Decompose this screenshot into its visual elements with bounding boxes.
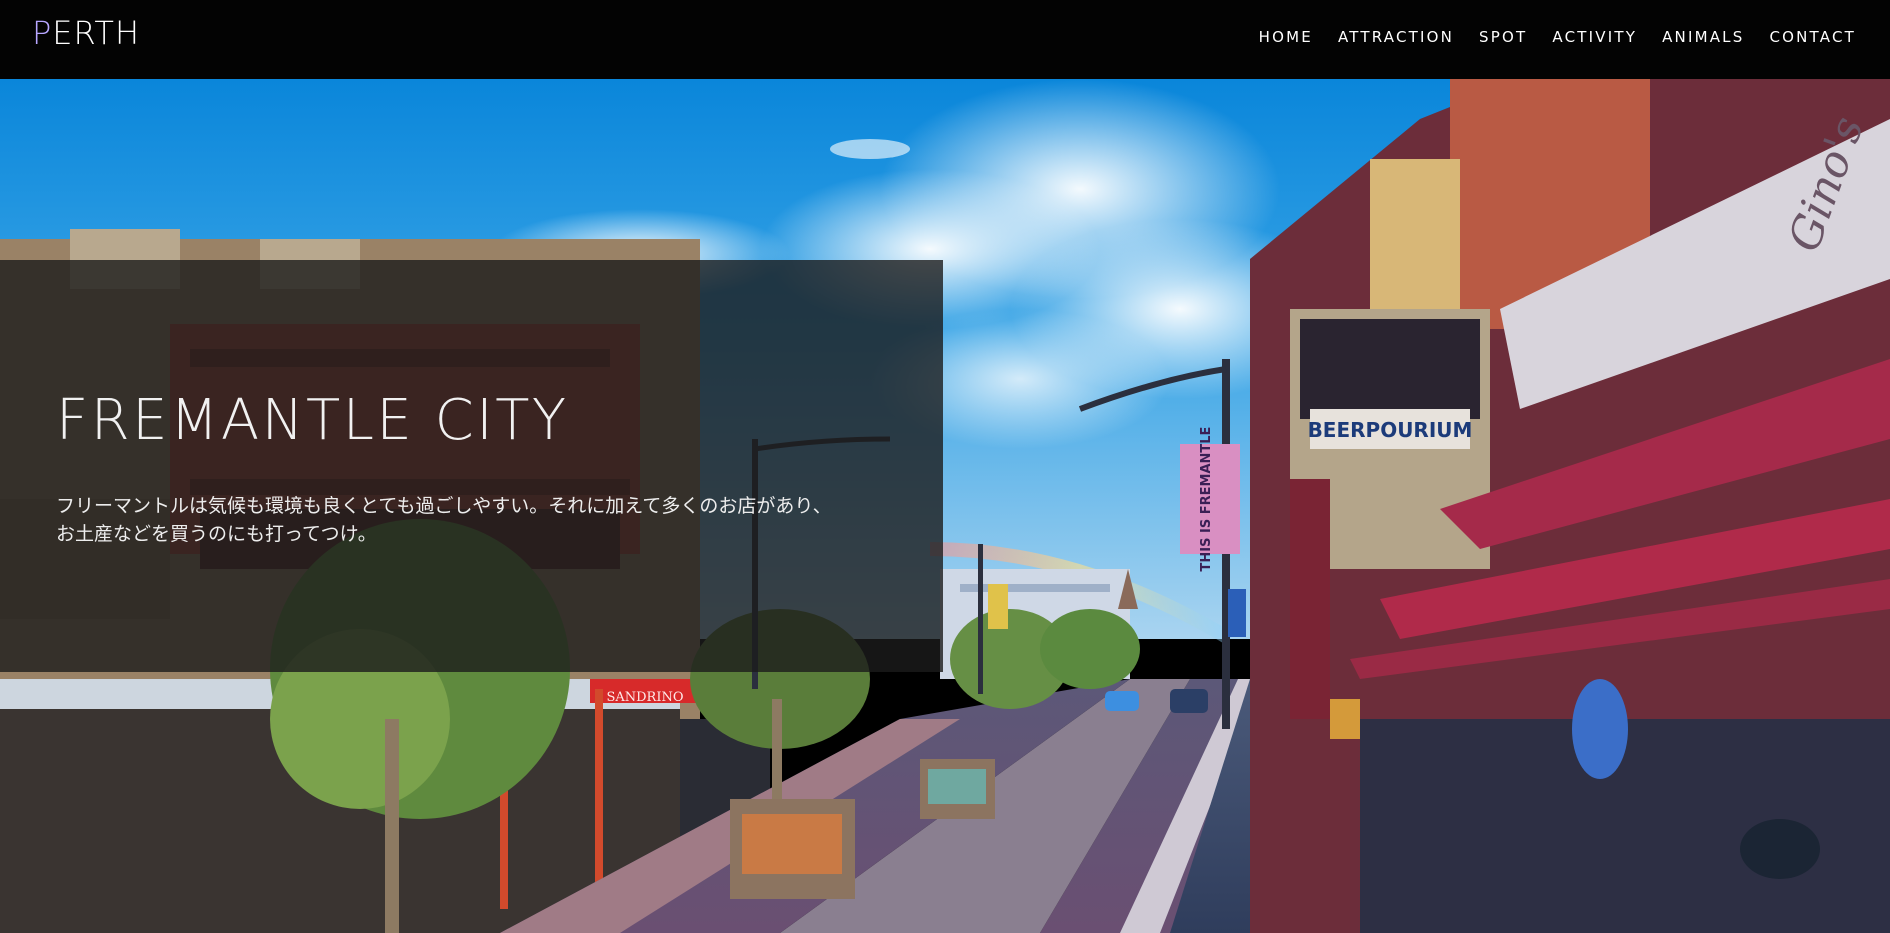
svg-text:BEERPOURIUM: BEERPOURIUM xyxy=(1308,418,1473,442)
nav-activity[interactable]: ACTIVITY xyxy=(1552,27,1637,47)
hero-overlay: FREMANTLE CITY フリーマントルは気候も環境も良くとても過ごしやすい… xyxy=(0,260,943,672)
logo-accent-letter: P xyxy=(32,14,53,52)
nav-animals[interactable]: ANIMALS xyxy=(1662,27,1744,47)
nav-contact[interactable]: CONTACT xyxy=(1769,27,1856,47)
nav-spot[interactable]: SPOT xyxy=(1479,27,1527,47)
site-logo[interactable]: PERTH xyxy=(32,14,140,52)
hero-title: FREMANTLE CITY xyxy=(56,388,569,453)
nav-attraction[interactable]: ATTRACTION xyxy=(1338,27,1454,47)
logo-text: ERTH xyxy=(52,14,141,52)
hero-description-line-1: フリーマントルは気候も環境も良くとても過ごしやすい。それに加えて多くのお店があり… xyxy=(56,495,832,517)
hero-description-line-2: お土産などを買うのにも打ってつけ。 xyxy=(56,523,377,545)
nav-home[interactable]: HOME xyxy=(1259,27,1313,47)
svg-text:SANDRINO: SANDRINO xyxy=(606,690,683,705)
hero-description: フリーマントルは気候も環境も良くとても過ごしやすい。それに加えて多くのお店があり… xyxy=(56,492,896,548)
main-nav: HOME ATTRACTION SPOT ACTIVITY ANIMALS CO… xyxy=(1259,27,1856,47)
svg-text:THIS IS FREMANTLE: THIS IS FREMANTLE xyxy=(1199,427,1214,572)
site-header: PERTH HOME ATTRACTION SPOT ACTIVITY ANIM… xyxy=(0,0,1890,79)
